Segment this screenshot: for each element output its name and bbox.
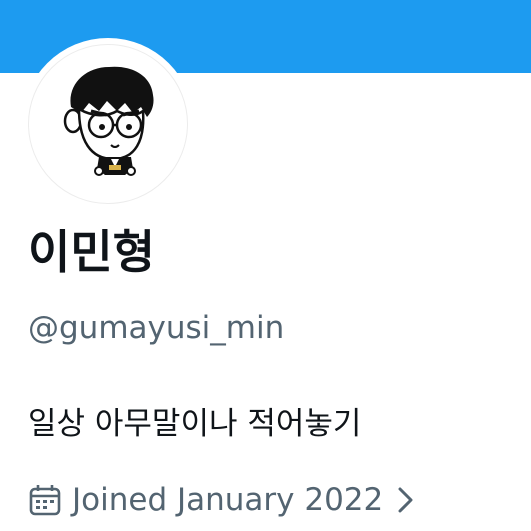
calendar-icon — [29, 485, 61, 516]
display-name: 이민형 — [28, 225, 155, 279]
profile-bio: 일상 아무말이나 적어놓기 — [28, 406, 362, 442]
joined-date-label: Joined January 2022 — [72, 482, 384, 518]
profile-page: 이민형 @gumayusi_min 일상 아무말이나 적어놓기 Joined J… — [0, 0, 531, 531]
cartoon-avatar-icon — [63, 66, 154, 176]
avatar[interactable] — [28, 44, 188, 204]
chevron-right-icon — [398, 487, 413, 513]
joined-date-row[interactable]: Joined January 2022 — [28, 478, 417, 522]
user-handle: @gumayusi_min — [28, 310, 285, 346]
